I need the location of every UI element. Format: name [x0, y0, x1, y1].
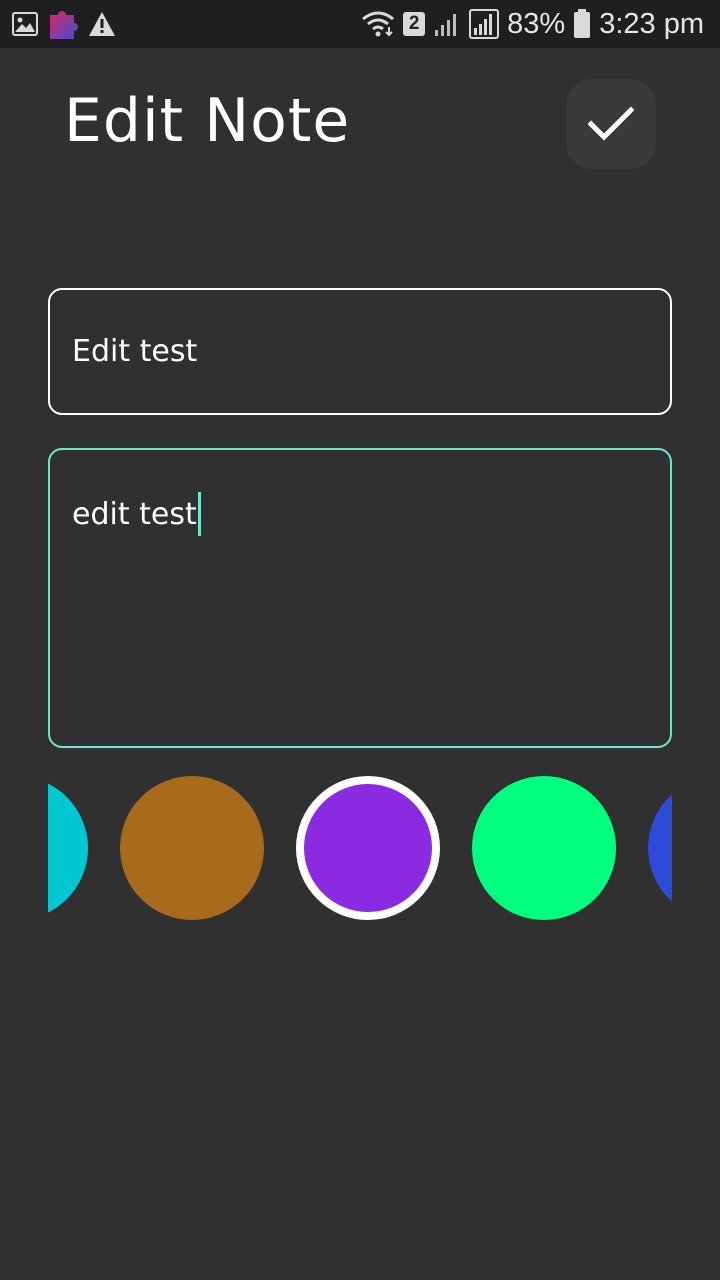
status-bar: 2 83% 3:23 pm [0, 0, 720, 48]
battery-percent: 83% [507, 7, 566, 40]
color-picker[interactable] [48, 772, 672, 922]
signal-icon [435, 14, 457, 36]
note-title-field[interactable]: Edit test [48, 288, 672, 415]
page-title: Edit Note [64, 86, 351, 156]
color-swatch[interactable] [472, 776, 616, 920]
battery-icon [574, 9, 591, 38]
text-cursor [197, 492, 201, 536]
clock: 3:23 pm [599, 7, 704, 40]
puzzle-icon [50, 11, 78, 39]
status-right-icons: 2 83% 3:23 pm [361, 6, 704, 42]
warning-icon [89, 12, 115, 36]
color-swatch[interactable] [120, 776, 264, 920]
save-button[interactable] [566, 79, 656, 169]
color-swatch[interactable] [48, 776, 88, 920]
wifi-icon [362, 11, 395, 37]
signal-icon [469, 9, 500, 39]
note-content-value: edit test [72, 496, 197, 532]
checkmark-icon [588, 106, 634, 141]
network-badge: 2 [403, 12, 426, 36]
image-icon [12, 12, 38, 36]
color-swatch-selected[interactable] [296, 776, 440, 920]
status-left-icons [12, 8, 116, 40]
note-content-field[interactable]: edit test [48, 448, 672, 748]
network-badge-label: 2 [408, 13, 420, 34]
color-swatch[interactable] [648, 776, 672, 920]
note-title-value: Edit test [72, 334, 198, 369]
note-content-line: edit test [72, 492, 201, 536]
